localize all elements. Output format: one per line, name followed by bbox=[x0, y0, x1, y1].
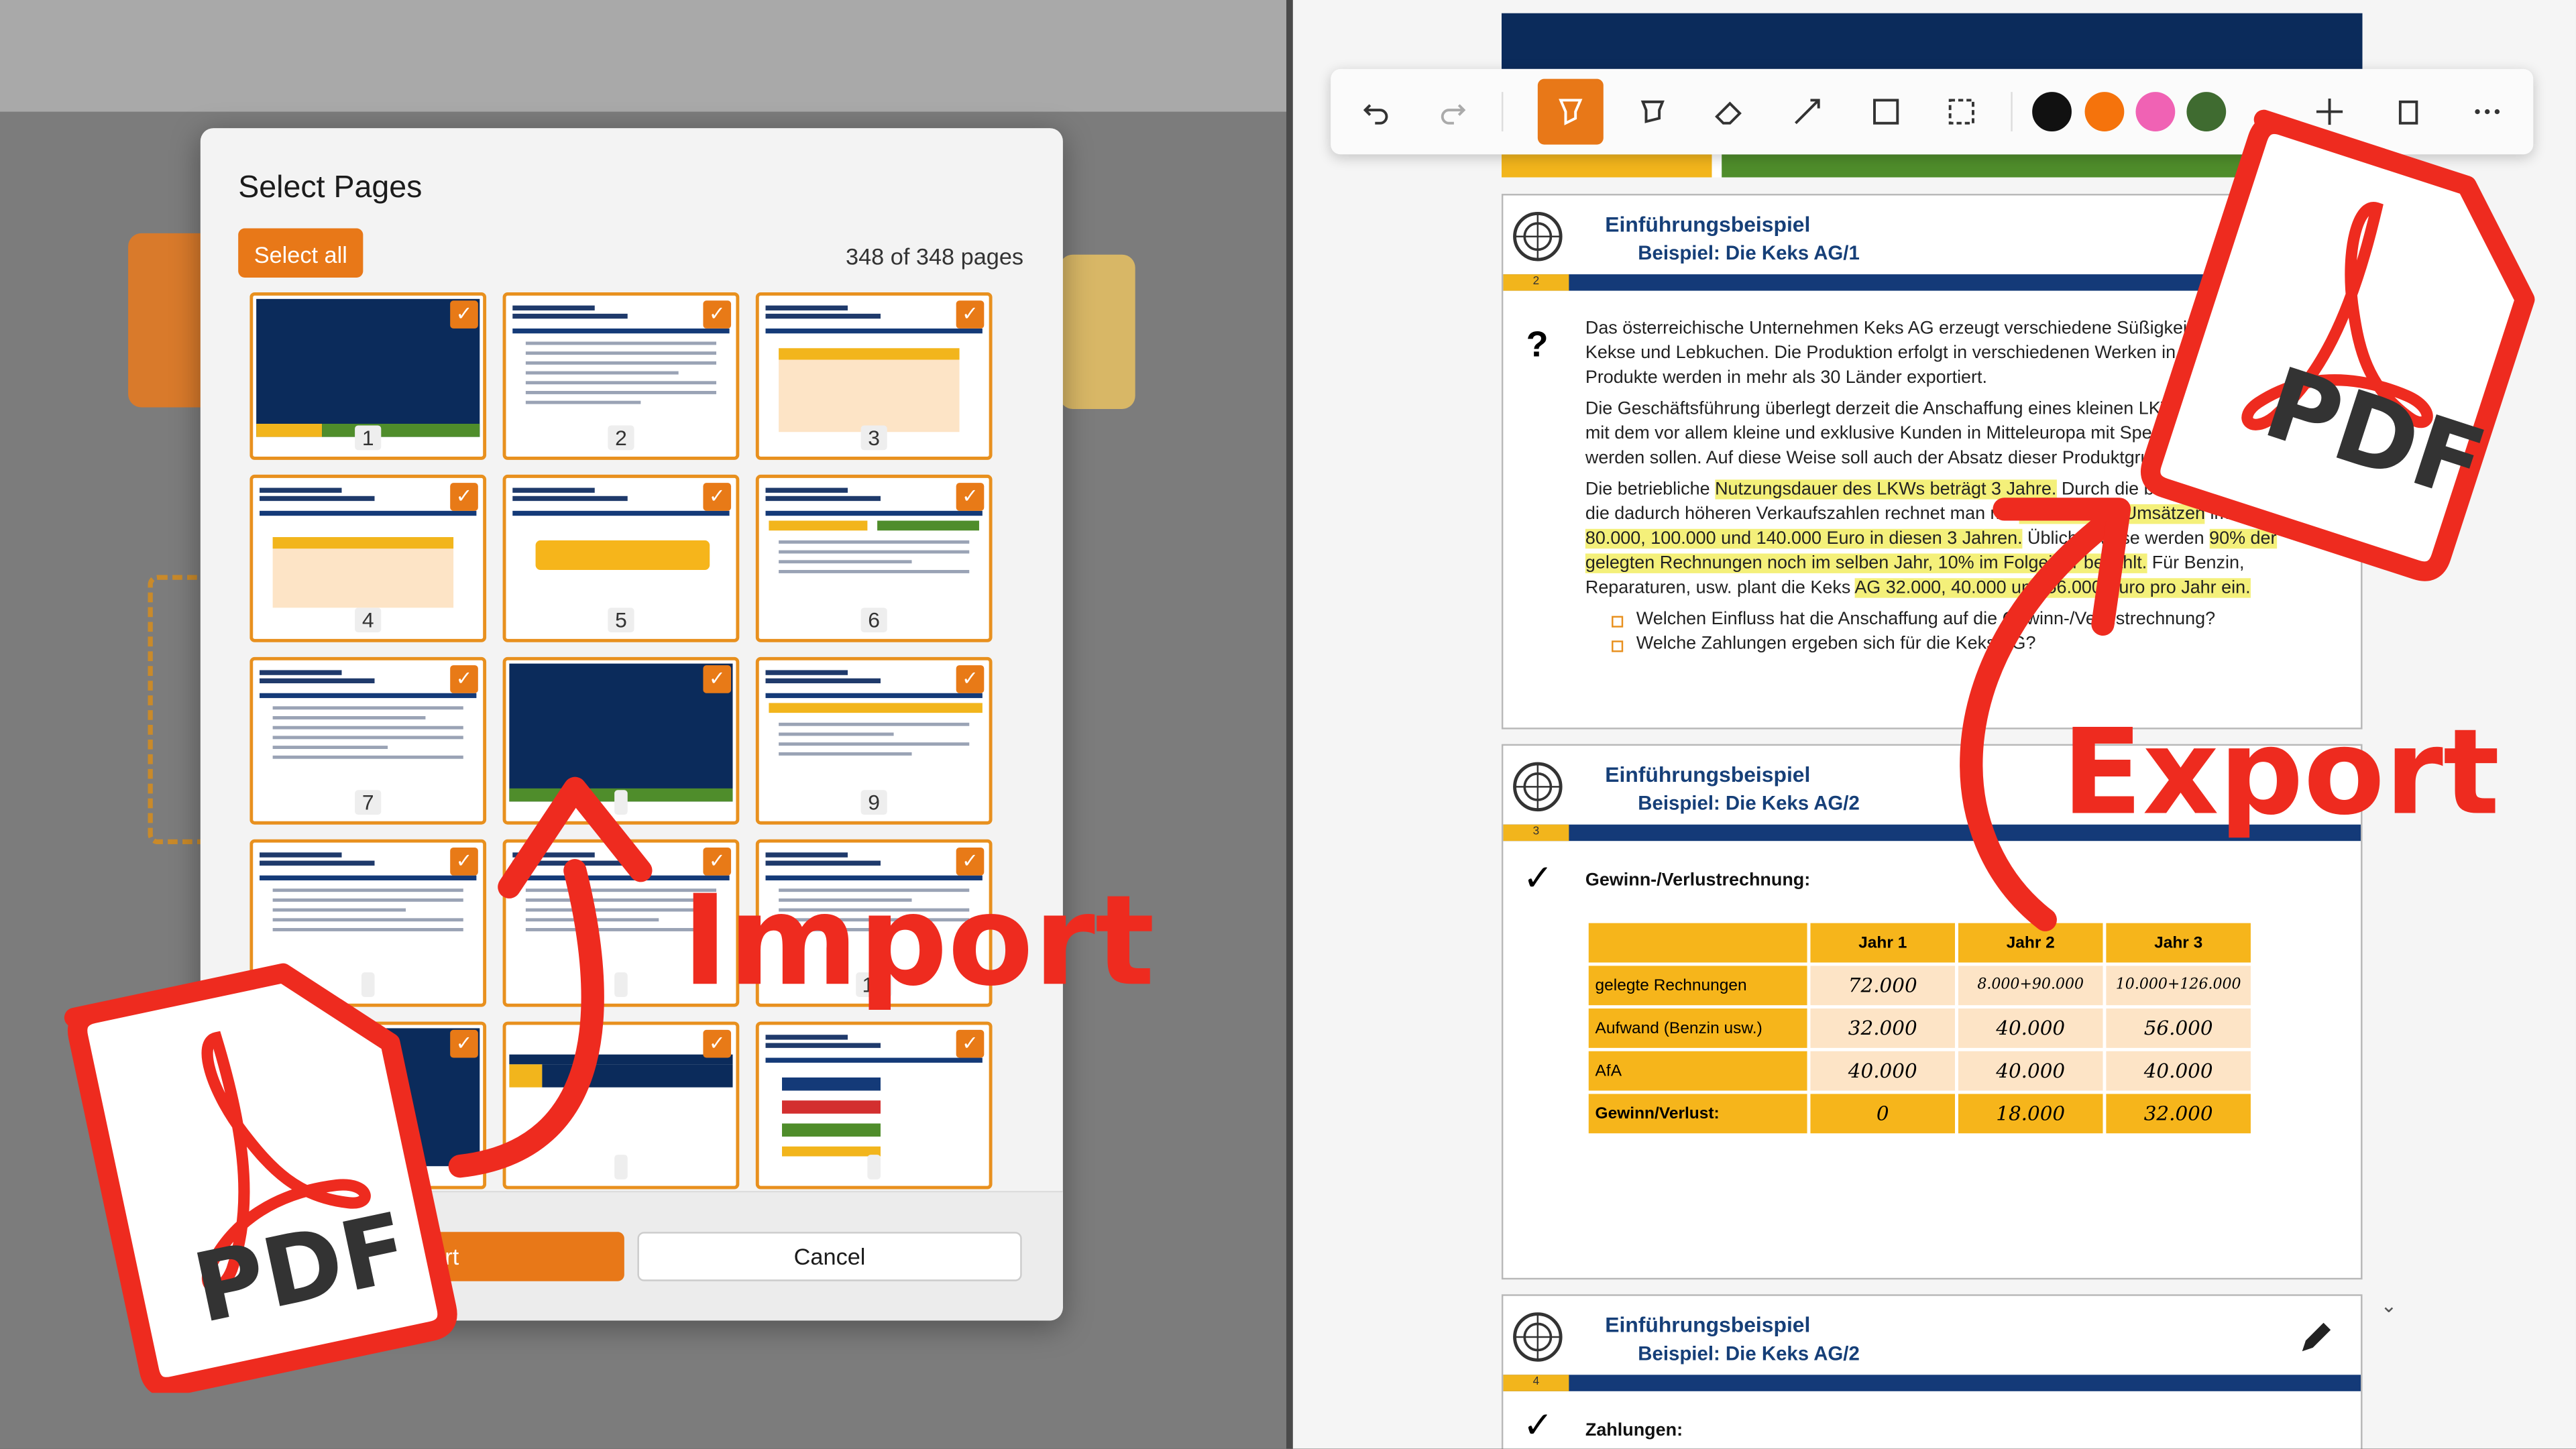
row-label: AfA bbox=[1588, 1051, 1807, 1091]
table-header bbox=[1588, 923, 1807, 963]
pdf-page[interactable]: Einführungsbeispiel Beispiel: Die Keks A… bbox=[1501, 1294, 2363, 1449]
page-thumbnail[interactable]: ✓ 4 bbox=[249, 474, 487, 642]
checkbox-checked-icon[interactable]: ✓ bbox=[450, 300, 478, 329]
handwritten-value: 72.000 bbox=[1810, 966, 1956, 1006]
left-title-bar bbox=[0, 0, 1287, 112]
row-label: Aufwand (Benzin usw.) bbox=[1588, 1008, 1807, 1048]
page-subtitle: Beispiel: Die Keks AG/1 bbox=[1638, 241, 1860, 265]
page-thumbnail[interactable]: ✓ 3 bbox=[755, 292, 993, 460]
select-all-button[interactable]: Select all bbox=[238, 228, 363, 278]
check-marker: ✓ bbox=[1522, 1404, 1553, 1446]
thumbnail-number: 3 bbox=[861, 425, 887, 451]
eraser-icon[interactable] bbox=[1695, 79, 1761, 145]
page-thumbnail[interactable]: ✓ 9 bbox=[755, 656, 993, 825]
color-swatch-black[interactable] bbox=[2032, 92, 2072, 131]
checkbox-checked-icon[interactable]: ✓ bbox=[956, 665, 985, 693]
page-thumbnail[interactable]: ✓ 5 bbox=[502, 474, 740, 642]
page-title: Einführungsbeispiel bbox=[1605, 211, 1811, 237]
checkbox-checked-icon[interactable]: ✓ bbox=[956, 483, 985, 511]
crest-logo-icon bbox=[1513, 762, 1563, 812]
handwritten-value: 8.000+90.000 bbox=[1958, 966, 2103, 1006]
cancel-button[interactable]: Cancel bbox=[637, 1232, 1022, 1281]
pdf-file-icon: PDF bbox=[59, 933, 461, 1393]
background-folder-right bbox=[1059, 254, 1135, 409]
checkbox-checked-icon[interactable]: ✓ bbox=[703, 300, 732, 329]
export-label: Export bbox=[2062, 703, 2500, 842]
thumbnail-number: 7 bbox=[355, 790, 381, 815]
page-thumbnail[interactable]: ✓ 2 bbox=[502, 292, 740, 460]
handwritten-value: 40.000 bbox=[2106, 1051, 2251, 1091]
thumbnail-number bbox=[867, 1155, 881, 1179]
page-title: Einführungsbeispiel bbox=[1605, 762, 1811, 787]
page-thumbnail[interactable]: ✓ 1 bbox=[249, 292, 487, 460]
handwritten-value: 40.000 bbox=[1958, 1051, 2103, 1091]
checkbox-checked-icon[interactable]: ✓ bbox=[703, 665, 732, 693]
checkbox-checked-icon[interactable]: ✓ bbox=[450, 665, 478, 693]
lasso-select-icon[interactable] bbox=[1929, 79, 1995, 145]
handwritten-value: 32.000 bbox=[1810, 1008, 1956, 1048]
crest-logo-icon bbox=[1513, 211, 1563, 262]
thumbnail-number: 4 bbox=[355, 607, 381, 633]
page-subtitle: Beispiel: Die Keks AG/2 bbox=[1638, 791, 1860, 815]
section-heading: Zahlungen: bbox=[1585, 1420, 1683, 1441]
chevron-down-icon[interactable]: ⌄ bbox=[2380, 1294, 2397, 1317]
handwritten-value: 56.000 bbox=[2106, 1008, 2251, 1048]
handwritten-value: 40.000 bbox=[1958, 1008, 2103, 1048]
highlighter-icon[interactable] bbox=[1537, 78, 1604, 145]
thumbnail-number: 9 bbox=[861, 790, 887, 815]
thumbnail-number: 2 bbox=[608, 425, 634, 451]
section-heading: Gewinn-/Verlustrechnung: bbox=[1585, 870, 1811, 890]
check-marker: ✓ bbox=[1522, 857, 1553, 899]
table-row: gelegte Rechnungen 72.000 8.000+90.000 1… bbox=[1588, 966, 2251, 1006]
screenshot-stage: Select Pages Select all 348 of 348 pages… bbox=[0, 0, 2576, 1449]
checkbox-checked-icon[interactable]: ✓ bbox=[703, 483, 732, 511]
page-count: 348 of 348 pages bbox=[846, 243, 1024, 270]
import-arrow-icon bbox=[448, 776, 653, 1178]
thumbnail-number: 5 bbox=[608, 607, 634, 633]
panel-divider bbox=[1286, 0, 1293, 1449]
handwritten-value: 40.000 bbox=[1810, 1051, 1956, 1091]
pdf-file-icon: PDF bbox=[2133, 99, 2560, 591]
handwritten-value: 18.000 bbox=[1958, 1094, 2103, 1134]
page-title: Einführungsbeispiel bbox=[1605, 1312, 1811, 1337]
slide-number: 3 bbox=[1503, 824, 1569, 842]
checkbox-checked-icon[interactable]: ✓ bbox=[956, 1029, 985, 1058]
page-subtitle: Beispiel: Die Keks AG/2 bbox=[1638, 1342, 1860, 1365]
table-row: Gewinn/Verlust: 0 18.000 32.000 bbox=[1588, 1094, 2251, 1134]
row-label: gelegte Rechnungen bbox=[1588, 966, 1807, 1006]
pen-tool-icon[interactable] bbox=[1620, 79, 1685, 145]
question-marker: ? bbox=[1526, 323, 1549, 365]
page-thumbnail[interactable]: ✓ 6 bbox=[755, 474, 993, 642]
handwritten-value: 10.000+126.000 bbox=[2106, 966, 2251, 1006]
checkbox-checked-icon[interactable]: ✓ bbox=[450, 483, 478, 511]
thumbnail-number: 6 bbox=[861, 607, 887, 633]
title-slide-preview bbox=[256, 298, 480, 437]
page-thumbnail[interactable]: ✓ bbox=[755, 1021, 993, 1190]
checkbox-checked-icon[interactable]: ✓ bbox=[956, 300, 985, 329]
slide-number: 2 bbox=[1503, 274, 1569, 291]
profit-loss-table: Jahr 1 Jahr 2 Jahr 3 gelegte Rechnungen … bbox=[1585, 920, 2254, 1137]
thumbnail-number: 1 bbox=[355, 425, 381, 451]
line-tool-icon[interactable] bbox=[1775, 79, 1840, 145]
pen-icon bbox=[2302, 1322, 2331, 1352]
color-swatch-orange[interactable] bbox=[2084, 92, 2125, 131]
row-label: Gewinn/Verlust: bbox=[1588, 1094, 1807, 1134]
redo-icon[interactable] bbox=[1419, 79, 1485, 145]
handwritten-value: 0 bbox=[1810, 1094, 1956, 1134]
table-header: Jahr 1 bbox=[1810, 923, 1956, 963]
dialog-title: Select Pages bbox=[238, 170, 423, 206]
table-row: AfA 40.000 40.000 40.000 bbox=[1588, 1051, 2251, 1091]
import-label: Import bbox=[681, 867, 1155, 1014]
slide-number: 4 bbox=[1503, 1375, 1569, 1391]
undo-icon[interactable] bbox=[1344, 79, 1410, 145]
crest-logo-icon bbox=[1513, 1312, 1563, 1362]
checkbox-checked-icon[interactable]: ✓ bbox=[703, 1029, 732, 1058]
table-row: Aufwand (Benzin usw.) 32.000 40.000 56.0… bbox=[1588, 1008, 2251, 1048]
rectangle-tool-icon[interactable] bbox=[1853, 79, 1919, 145]
handwritten-value: 32.000 bbox=[2106, 1094, 2251, 1134]
